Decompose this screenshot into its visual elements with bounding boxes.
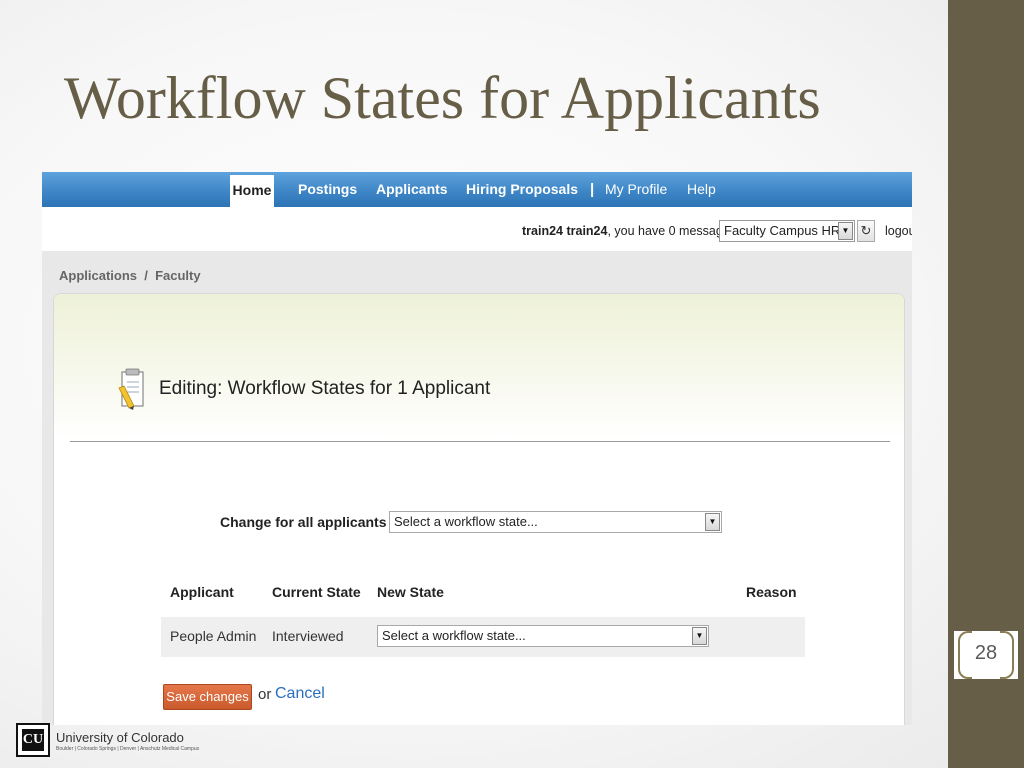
- page-number: 28: [974, 642, 998, 664]
- editing-panel: Editing: Workflow States for 1 Applicant…: [53, 293, 905, 725]
- role-select-value: Faculty Campus HR: [724, 223, 841, 238]
- slide-title: Workflow States for Applicants: [64, 65, 821, 131]
- role-select[interactable]: Faculty Campus HR ▼: [719, 220, 855, 242]
- panel-header: [54, 294, 904, 439]
- app-screenshot: Home Postings Applicants Hiring Proposal…: [42, 172, 912, 725]
- nav-applicants[interactable]: Applicants: [376, 172, 448, 207]
- logout-link[interactable]: logou: [885, 224, 912, 238]
- content-area: Applications / Faculty Editing: Workflow…: [42, 251, 912, 725]
- edit-document-icon: [118, 368, 144, 410]
- change-all-label: Change for all applicants: [220, 514, 387, 530]
- nav-postings[interactable]: Postings: [298, 172, 357, 207]
- applicant-name: People Admin: [170, 628, 257, 644]
- top-nav-bar: Home Postings Applicants Hiring Proposal…: [42, 172, 912, 207]
- logo-letters: CU: [22, 729, 44, 751]
- header-current-state: Current State: [272, 584, 361, 600]
- current-state-value: Interviewed: [272, 628, 344, 644]
- dropdown-arrow-icon[interactable]: ▼: [838, 222, 853, 240]
- new-state-select-value: Select a workflow state...: [382, 628, 526, 643]
- change-all-select-value: Select a workflow state...: [394, 514, 538, 529]
- save-changes-button[interactable]: Save changes: [163, 684, 252, 710]
- campus-list: Boulder | Colorado Springs | Denver | An…: [56, 746, 200, 752]
- new-state-select[interactable]: Select a workflow state... ▼: [377, 625, 709, 647]
- breadcrumb[interactable]: Applications / Faculty: [59, 268, 201, 283]
- dropdown-arrow-icon[interactable]: ▼: [705, 513, 720, 531]
- user-bar: train24 train24, you have 0 messages. Fa…: [42, 207, 912, 251]
- dropdown-arrow-icon[interactable]: ▼: [692, 627, 707, 645]
- nav-home-tab[interactable]: Home: [230, 175, 274, 207]
- header-reason: Reason: [746, 584, 797, 600]
- cancel-link[interactable]: Cancel: [275, 685, 325, 703]
- username: train24 train24: [522, 224, 608, 238]
- header-applicant: Applicant: [170, 584, 234, 600]
- or-text: or: [258, 686, 272, 703]
- header-new-state: New State: [377, 584, 444, 600]
- welcome-message: train24 train24, you have 0 messages.: [522, 224, 740, 238]
- header-divider: [70, 441, 890, 442]
- org-name: University of Colorado: [56, 730, 184, 745]
- nav-hiring-proposals[interactable]: Hiring Proposals: [466, 172, 578, 207]
- nav-my-profile[interactable]: My Profile: [605, 172, 667, 207]
- nav-separator: |: [590, 181, 595, 198]
- university-logo-icon: CU: [16, 723, 50, 757]
- change-all-workflow-select[interactable]: Select a workflow state... ▼: [389, 511, 722, 533]
- refresh-icon[interactable]: ↻: [857, 220, 875, 242]
- nav-help[interactable]: Help: [687, 172, 716, 207]
- page-number-badge: 28: [954, 631, 1018, 679]
- editing-title: Editing: Workflow States for 1 Applicant: [159, 378, 491, 399]
